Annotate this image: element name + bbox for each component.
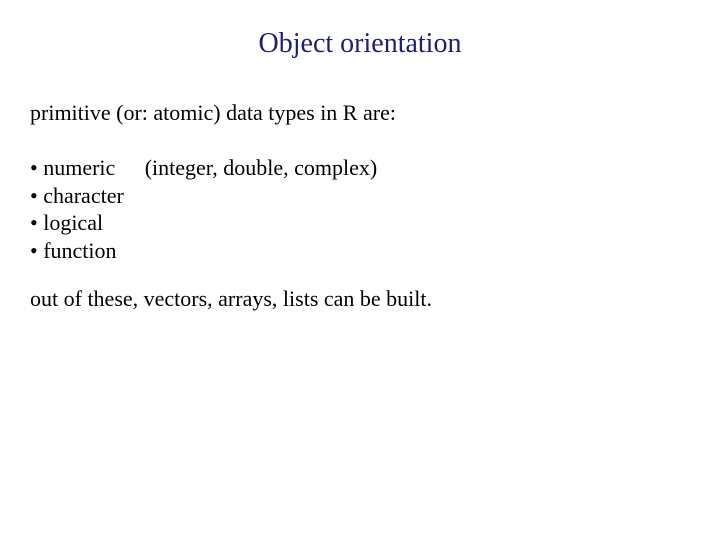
outro-text: out of these, vectors, arrays, lists can… [30, 286, 690, 312]
type-label: numeric [43, 154, 139, 182]
list-item: • character [30, 182, 690, 210]
type-label: character [43, 182, 139, 210]
list-item: • numeric (integer, double, complex) [30, 154, 690, 182]
slide-title: Object orientation [30, 28, 690, 60]
bullet-icon: • [30, 237, 38, 265]
list-item: • logical [30, 209, 690, 237]
list-item: • function [30, 237, 690, 265]
type-note: (integer, double, complex) [145, 154, 377, 182]
bullet-icon: • [30, 209, 38, 237]
bullet-icon: • [30, 154, 38, 182]
type-label: logical [43, 209, 139, 237]
type-list: • numeric (integer, double, complex) • c… [30, 154, 690, 264]
type-label: function [43, 237, 139, 265]
intro-text: primitive (or: atomic) data types in R a… [30, 100, 690, 126]
slide: Object orientation primitive (or: atomic… [0, 0, 720, 312]
bullet-icon: • [30, 182, 38, 210]
